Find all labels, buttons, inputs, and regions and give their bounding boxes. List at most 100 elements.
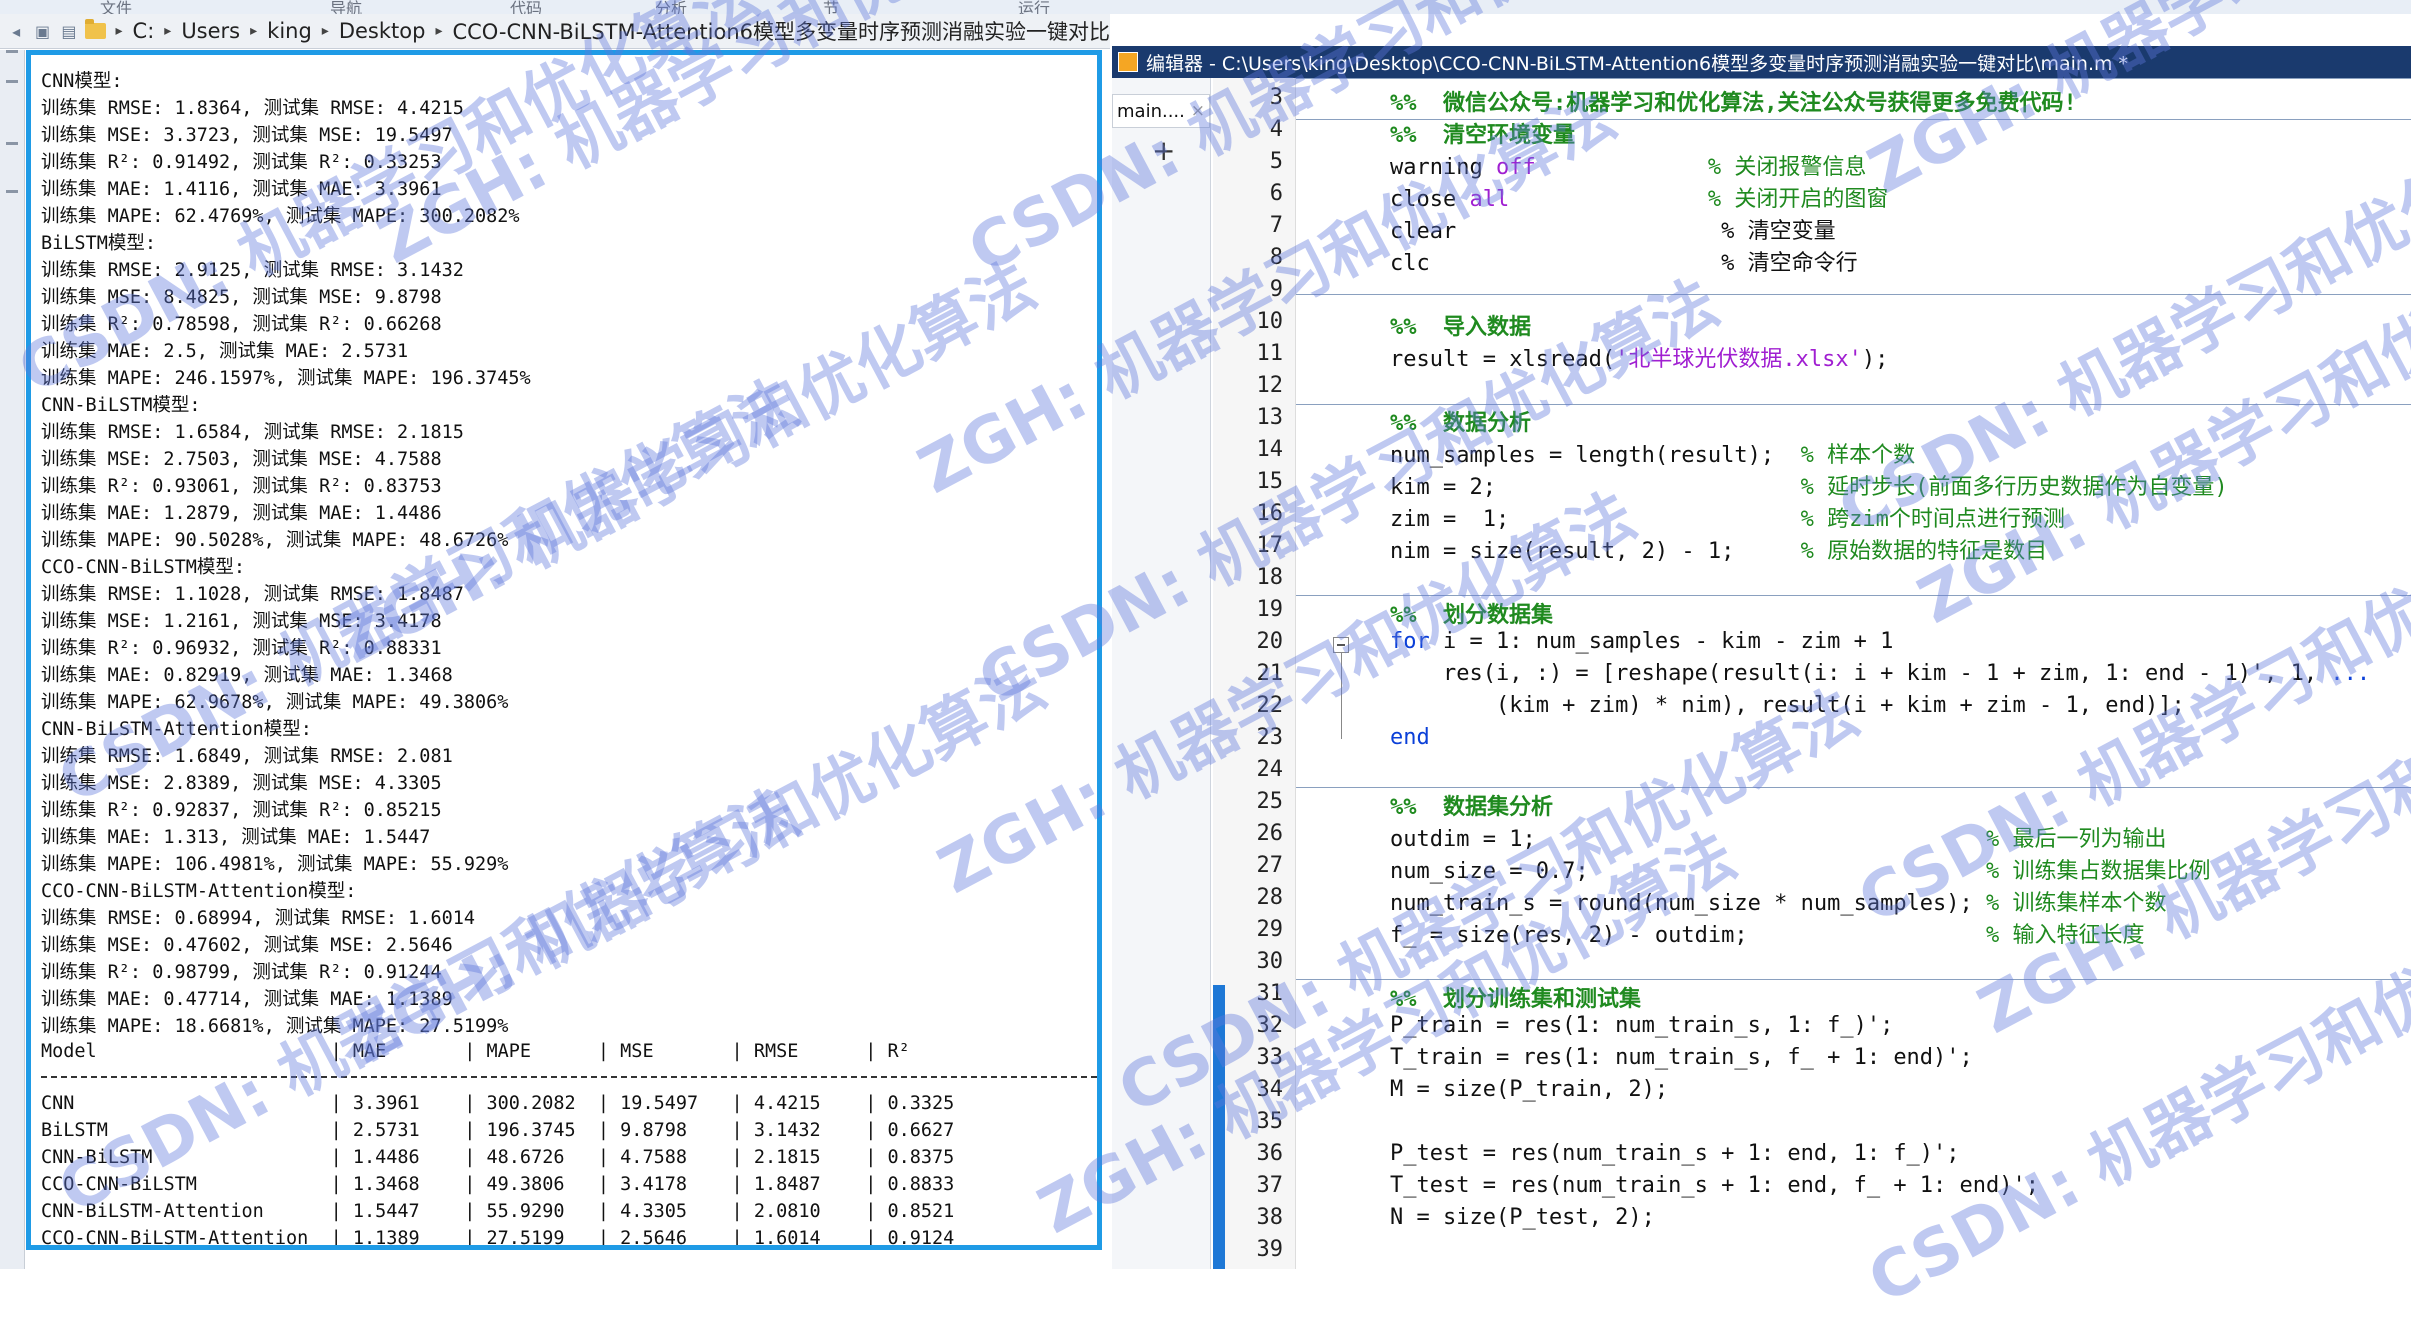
code-line-4[interactable]: %% 清空环境变量	[1390, 117, 1575, 149]
up-folder-icon[interactable]: ▣	[32, 20, 52, 42]
code-line-29[interactable]: f_ = size(res, 2) - outdim; % 输入特征长度	[1390, 917, 2145, 949]
breadcrumb-project-folder[interactable]: CCO-CNN-BiLSTM-Attention6模型多变量时序预测消融实验一键…	[452, 16, 1110, 46]
code-line-19[interactable]: %% 划分数据集	[1390, 597, 1553, 629]
code-comment: % 延时步长(前面多行历史数据作为自变量)	[1800, 475, 2228, 500]
command-output-line: 训练集 RMSE: 0.68994, 测试集 RMSE: 1.6014	[41, 908, 476, 929]
line-number: 21	[1256, 661, 1284, 686]
code-line-23[interactable]: end	[1390, 725, 1430, 750]
menu-analyze[interactable]: 分析	[655, 0, 687, 14]
code-line-31[interactable]: %% 划分训练集和测试集	[1390, 981, 1641, 1013]
line-number: 15	[1256, 469, 1284, 494]
code-line-14[interactable]: num_samples = length(result); % 样本个数	[1390, 437, 1915, 469]
chevron-right-icon: ▸	[435, 23, 443, 39]
code-text: result = xlsread(	[1390, 347, 1616, 372]
code-line-37[interactable]: T_test = res(num_train_s + 1: end, f_ + …	[1390, 1173, 2039, 1198]
code-text: );	[1861, 347, 1889, 372]
tab-main-m[interactable]: main.... ×	[1112, 94, 1210, 128]
code-comment: % 训练集样本个数	[1986, 891, 2167, 916]
code-line-7[interactable]: clear % 清空变量	[1390, 213, 1836, 245]
code-line-28[interactable]: num_train_s = round(num_size * num_sampl…	[1390, 885, 2167, 917]
code-editor[interactable]: %% 微信公众号:机器学习和优化算法,关注公众号获得更多免费代码! %% 清空环…	[1296, 78, 2411, 1269]
code-comment: % 跨zim个时间点进行预测	[1800, 507, 2065, 532]
breadcrumb-desktop[interactable]: Desktop	[339, 19, 426, 43]
breadcrumb-drive[interactable]: C:	[133, 19, 155, 43]
close-icon[interactable]: ×	[1191, 101, 1205, 121]
code-line-38[interactable]: N = size(P_test, 2);	[1390, 1205, 1655, 1230]
code-line-33[interactable]: T_train = res(1: num_train_s, f_ + 1: en…	[1390, 1045, 1973, 1070]
cell-divider	[1296, 979, 2411, 980]
back-arrow-icon[interactable]: ◂	[6, 20, 26, 42]
menu-section[interactable]: 节	[823, 0, 839, 14]
code-continuation: ...	[2330, 661, 2371, 686]
folder-icon	[85, 19, 106, 39]
command-output-line: 训练集 MAPE: 18.6681%, 测试集 MAPE: 27.5199%	[41, 1016, 509, 1037]
current-cell-indicator	[1213, 985, 1225, 1269]
code-line-11[interactable]: result = xlsread('北半球光伏数据.xlsx');	[1390, 341, 1888, 373]
editor-title-bar[interactable]: 编辑器 - C:\Users\king\Desktop\CCO-CNN-BiLS…	[1112, 46, 2411, 78]
code-line-10[interactable]: %% 导入数据	[1390, 309, 1531, 341]
table-row: BiLSTM | 2.5731 | 196.3745 | 9.8798 | 3.…	[41, 1120, 955, 1141]
command-output-line: 训练集 RMSE: 1.6849, 测试集 RMSE: 2.081	[41, 746, 453, 767]
command-output-line: 训练集 MAPE: 62.9678%, 测试集 MAPE: 49.3806%	[41, 692, 509, 713]
line-number: 19	[1256, 597, 1284, 622]
command-output-line: 训练集 MAE: 1.4116, 测试集 MAE: 3.3961	[41, 179, 442, 200]
code-line-27[interactable]: num_size = 0.7; % 训练集占数据集比例	[1390, 853, 2211, 885]
code-line-16[interactable]: zim = 1; % 跨zim个时间点进行预测	[1390, 501, 2065, 533]
chevron-right-icon: ▸	[250, 23, 258, 39]
code-string: all	[1469, 187, 1510, 212]
gutter-marker	[6, 190, 18, 193]
add-tab-button[interactable]: +	[1152, 134, 1175, 167]
code-line-8[interactable]: clc % 清空命令行	[1390, 245, 1858, 277]
code-string: off	[1495, 155, 1536, 180]
breadcrumb-king[interactable]: king	[267, 19, 312, 43]
breadcrumb-users[interactable]: Users	[181, 19, 240, 43]
command-output-line: BiLSTM模型:	[41, 233, 156, 254]
code-text: num_size = 0.7;	[1390, 859, 1987, 884]
address-bar[interactable]: ◂ ▣ ▤ ▸ C: ▸ Users ▸ king ▸ Desktop ▸ CC…	[0, 14, 1110, 49]
command-output-line: CCO-CNN-BiLSTM模型:	[41, 557, 246, 578]
line-number: 11	[1256, 341, 1284, 366]
menu-file[interactable]: 文件	[100, 0, 132, 14]
code-line-21[interactable]: res(i, :) = [reshape(result(i: i + kim -…	[1390, 661, 2370, 686]
code-line-20[interactable]: for i = 1: num_samples - kim - zim + 1	[1390, 629, 1893, 654]
code-line-13[interactable]: %% 数据分析	[1390, 405, 1531, 437]
command-output-line: 训练集 MAPE: 106.4981%, 测试集 MAPE: 55.929%	[41, 854, 509, 875]
code-text: warning	[1390, 155, 1496, 180]
line-number: 22	[1256, 693, 1284, 718]
code-comment: % 输入特征长度	[1986, 923, 2145, 948]
menu-navigate[interactable]: 导航	[330, 0, 362, 14]
code-line-17[interactable]: nim = size(result, 2) - 1; % 原始数据的特征是数目	[1390, 533, 2047, 565]
code-line-5[interactable]: warning off % 关闭报警信息	[1390, 149, 1866, 181]
code-line-6[interactable]: close all % 关闭开启的图窗	[1390, 181, 1888, 213]
code-line-26[interactable]: outdim = 1; % 最后一列为输出	[1390, 821, 2167, 853]
command-output-line: 训练集 MAE: 0.47714, 测试集 MAE: 1.1389	[41, 989, 453, 1010]
menu-code[interactable]: 代码	[510, 0, 542, 14]
code-line-15[interactable]: kim = 2; % 延时步长(前面多行历史数据作为自变量)	[1390, 469, 2228, 501]
editor-title: 编辑器 - C:\Users\king\Desktop\CCO-CNN-BiLS…	[1146, 52, 2129, 75]
code-line-25[interactable]: %% 数据集分析	[1390, 789, 1553, 821]
line-number: 28	[1256, 885, 1284, 910]
command-output-line: 训练集 MAPE: 246.1597%, 测试集 MAPE: 196.3745%	[41, 368, 531, 389]
browse-folder-icon[interactable]: ▤	[59, 20, 79, 42]
line-number: 26	[1256, 821, 1284, 846]
line-number: 29	[1256, 917, 1284, 942]
cell-divider	[1296, 78, 2411, 79]
gutter-marker	[6, 80, 18, 83]
cell-divider	[1296, 294, 2411, 295]
line-number: 17	[1256, 533, 1284, 558]
command-output-line: 训练集 MSE: 3.3723, 测试集 MSE: 19.5497	[41, 125, 453, 146]
command-output-line: CCO-CNN-BiLSTM-Attention模型:	[41, 881, 357, 902]
command-output-line: 训练集 MAPE: 90.5028%, 测试集 MAPE: 48.6726%	[41, 530, 509, 551]
code-line-22[interactable]: (kim + zim) * nim), result(i + kim + zim…	[1390, 693, 2185, 718]
line-number: 14	[1256, 437, 1284, 462]
code-line-34[interactable]: M = size(P_train, 2);	[1390, 1077, 1668, 1102]
code-line-36[interactable]: P_test = res(num_train_s + 1: end, 1: f_…	[1390, 1141, 1960, 1166]
code-line-32[interactable]: P_train = res(1: num_train_s, 1: f_)';	[1390, 1013, 1893, 1038]
command-window[interactable]: CNN模型: 训练集 RMSE: 1.8364, 测试集 RMSE: 4.4215…	[26, 50, 1102, 1250]
menu-run[interactable]: 运行	[1018, 0, 1050, 14]
command-output-line: 训练集 RMSE: 2.9125, 测试集 RMSE: 3.1432	[41, 260, 464, 281]
code-line-3[interactable]: %% 微信公众号:机器学习和优化算法,关注公众号获得更多免费代码!	[1390, 85, 2077, 117]
command-output-line: 训练集 R²: 0.96932, 测试集 R²: 0.88331	[41, 638, 442, 659]
fold-toggle-icon[interactable]	[1333, 637, 1349, 653]
code-text: close	[1390, 187, 1470, 212]
